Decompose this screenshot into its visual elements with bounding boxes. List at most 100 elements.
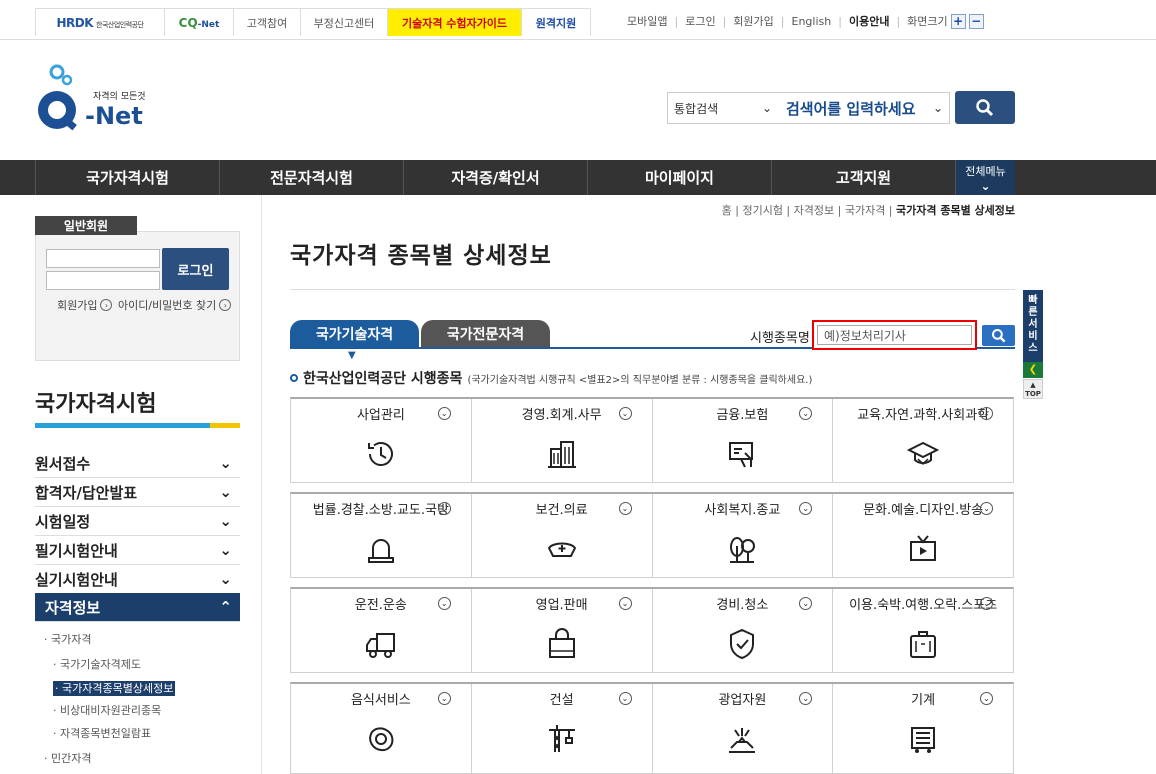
category-education-science[interactable]: 교육.자연.과학.사회과학 ⌄ — [833, 399, 1013, 482]
category-food-service[interactable]: 음식서비스 ⌄ — [291, 684, 472, 773]
sidebar-title: 국가자격시험 — [35, 392, 157, 417]
breadcrumb-home[interactable]: 홈 — [722, 204, 732, 217]
category-finance-insurance[interactable]: 금융.보험 ⌄ — [653, 399, 834, 482]
sidebar-sub-private[interactable]: · 민간자격 — [44, 750, 91, 766]
find-account-link[interactable]: 아이디/비밀번호 찾기 › — [118, 297, 232, 313]
english-link[interactable]: English — [792, 15, 832, 28]
login-link[interactable]: 로그인 — [685, 13, 715, 29]
clock-history-icon — [367, 442, 393, 466]
category-row: 사업관리 ⌄ 경영.회계.사무 ⌄ 금융.보험 ⌄ 교육.자연.과학.사회과학 ⌄ — [290, 397, 1014, 483]
join-link[interactable]: 회원가입 — [733, 13, 773, 29]
exam-name-input-highlight: 예)정보처리기사 — [812, 320, 977, 350]
usage-guide-link[interactable]: 이용안내 — [849, 13, 889, 29]
mobile-app-link[interactable]: 모바일앱 — [627, 13, 667, 29]
tab-national-professional[interactable]: 국가전문자격 — [421, 320, 550, 348]
category-social-welfare-religion[interactable]: 사회복지.종교 ⌄ — [653, 494, 834, 577]
chevron-down-icon: ⌄ — [980, 407, 993, 420]
cq-net-logo-link[interactable]: CQ-Net — [164, 8, 234, 36]
truck-icon — [365, 633, 395, 658]
graduation-cap-icon — [906, 441, 940, 466]
chevron-down-icon: ⌄ — [618, 407, 632, 420]
shopping-bag-icon — [548, 628, 575, 658]
category-culture-art-design[interactable]: 문화.예술.디자인.방송 ⌄ — [833, 494, 1013, 577]
chevron-down-icon: ⌄ — [219, 570, 232, 588]
siren-icon — [367, 539, 394, 563]
join-link[interactable]: 회원가입 › — [57, 297, 113, 313]
chevron-right-icon: › — [219, 299, 232, 311]
sidebar-sub-national[interactable]: · 국가자격 — [44, 631, 91, 647]
category-mining-resources[interactable]: 광업자원 ⌄ — [653, 684, 834, 773]
password-input[interactable] — [46, 271, 160, 290]
section-heading: 한국산업인력공단 시행종목 (국가기술자격법 시행규칙 <별표2>의 직무분야별… — [290, 368, 812, 388]
scroll-top-button[interactable]: ▲ TOP — [1023, 379, 1043, 399]
search-input[interactable]: 검색어를 입력하세요 ⌄ — [780, 98, 949, 119]
search-type-select[interactable]: 통합검색 ⌄ — [668, 93, 780, 123]
login-button[interactable]: 로그인 — [162, 248, 229, 290]
gnb-certificate[interactable]: 자격증/확인서 — [404, 160, 588, 195]
report-center-link[interactable]: 부정신고센터 — [300, 8, 388, 36]
chevron-down-icon: ⌄ — [437, 597, 451, 610]
exam-name-label: 시행종목명 — [750, 331, 810, 346]
category-row: 법률.경찰.소방.교도.국방 ⌄ 보건.의료 ⌄ 사회복지.종교 ⌄ 문화.예술.디자… — [290, 492, 1014, 578]
zoom-in-button[interactable]: + — [950, 13, 966, 29]
category-accounting-office[interactable]: 경영.회계.사무 ⌄ — [472, 399, 653, 482]
remote-support-link[interactable]: 원격지원 — [521, 8, 591, 36]
category-security-cleaning[interactable]: 경비.청소 ⌄ — [653, 589, 834, 672]
chevron-left-icon[interactable]: ❮ — [1023, 362, 1043, 378]
tv-play-icon — [910, 535, 937, 561]
zoom-out-button[interactable]: − — [968, 13, 984, 29]
sidebar-title-underline — [35, 423, 240, 428]
top-utility-bar: HRDK 한국산업인력공단 CQ-Net 고객참여 부정신고센터 기술자격 수험자… — [0, 0, 1156, 40]
chevron-down-icon: ⌄ — [437, 502, 451, 515]
breadcrumb-national[interactable]: 국가자격 — [845, 204, 885, 217]
tab-national-technical[interactable]: 국가기술자격 — [290, 320, 419, 348]
gnb-mypage[interactable]: 마이페이지 — [588, 160, 772, 195]
examinee-guide-link[interactable]: 기술자격 수험자가이드 — [387, 8, 522, 36]
chevron-down-icon: ⌄ — [618, 597, 632, 610]
sidebar-item-schedule[interactable]: 시험일정 ⌄ — [35, 507, 240, 536]
fried-egg-icon — [369, 727, 394, 752]
sidebar-sub-system[interactable]: · 국가기술자격제도 — [53, 656, 141, 672]
search-icon — [991, 328, 1005, 342]
chevron-down-icon: ⌄ — [980, 692, 993, 705]
bullet-icon — [290, 374, 298, 382]
category-law-police-fire[interactable]: 법률.경찰.소방.교도.국방 ⌄ — [291, 494, 472, 577]
sidebar-item-application[interactable]: 원서접수 ⌄ — [35, 449, 240, 478]
breadcrumb-info[interactable]: 자격정보 — [794, 204, 834, 217]
chevron-down-icon: ⌄ — [980, 179, 991, 193]
breadcrumb-regular[interactable]: 정기시험 — [742, 204, 782, 217]
category-machinery[interactable]: 기계 ⌄ — [833, 684, 1013, 773]
gnb-national-exam[interactable]: 국가자격시험 — [35, 160, 220, 195]
cq-net-logo: CQ-Net — [178, 15, 220, 30]
hrdk-logo: HRDK 한국산업인력공단 — [56, 15, 144, 30]
id-input[interactable] — [46, 249, 160, 268]
category-sales[interactable]: 영업.판매 ⌄ — [472, 589, 653, 672]
exam-name-input[interactable]: 예)정보처리기사 — [817, 325, 972, 345]
category-row: 운전.운송 ⌄ 영업.판매 ⌄ 경비.청소 ⌄ 이용.숙박.여행.오락.스포츠 ⌄ — [290, 587, 1014, 673]
sidebar-sub-detail[interactable]: · 국가자격종목별상세정보 — [53, 680, 176, 696]
search-button[interactable] — [955, 91, 1015, 124]
hrdk-logo-link[interactable]: HRDK 한국산업인력공단 — [35, 8, 165, 36]
category-health-medical[interactable]: 보건.의료 ⌄ — [472, 494, 653, 577]
gnb-professional-exam[interactable]: 전문자격시험 — [220, 160, 404, 195]
shield-check-icon — [730, 628, 755, 660]
sidebar-item-results[interactable]: 합격자/답안발표 ⌄ — [35, 478, 240, 507]
category-business-management[interactable]: 사업관리 ⌄ — [291, 399, 472, 482]
qnet-logo[interactable]: 자격의 모든것 -Net — [35, 64, 155, 139]
atm-card-icon — [729, 442, 754, 468]
sidebar-sub-emergency[interactable]: · 비상대비자원관리종목 — [53, 702, 161, 718]
category-construction[interactable]: 건설 ⌄ — [472, 684, 653, 773]
gnb-customer-support[interactable]: 고객지원 — [772, 160, 956, 195]
customer-participation-link[interactable]: 고객참여 — [233, 8, 301, 36]
all-menu-button[interactable]: 전체메뉴 ⌄ — [956, 160, 1015, 195]
sidebar-item-qualification-info[interactable]: 자격정보 ⌃ — [35, 593, 240, 622]
chevron-up-icon: ⌃ — [219, 598, 232, 616]
exam-search-button[interactable] — [982, 325, 1015, 346]
category-driving-transport[interactable]: 운전.운송 ⌄ — [291, 589, 472, 672]
sidebar-item-written-exam[interactable]: 필기시험안내 ⌄ — [35, 536, 240, 565]
breadcrumb-current: 국가자격 종목별 상세정보 — [896, 204, 1015, 217]
category-beauty-travel-sports[interactable]: 이용.숙박.여행.오락.스포츠 ⌄ — [833, 589, 1013, 672]
sidebar-sub-history[interactable]: · 자격종목변천일람표 — [53, 725, 151, 741]
chevron-down-icon: ⌄ — [219, 454, 232, 472]
sidebar-item-practical-exam[interactable]: 실기시험안내 ⌄ — [35, 565, 240, 594]
